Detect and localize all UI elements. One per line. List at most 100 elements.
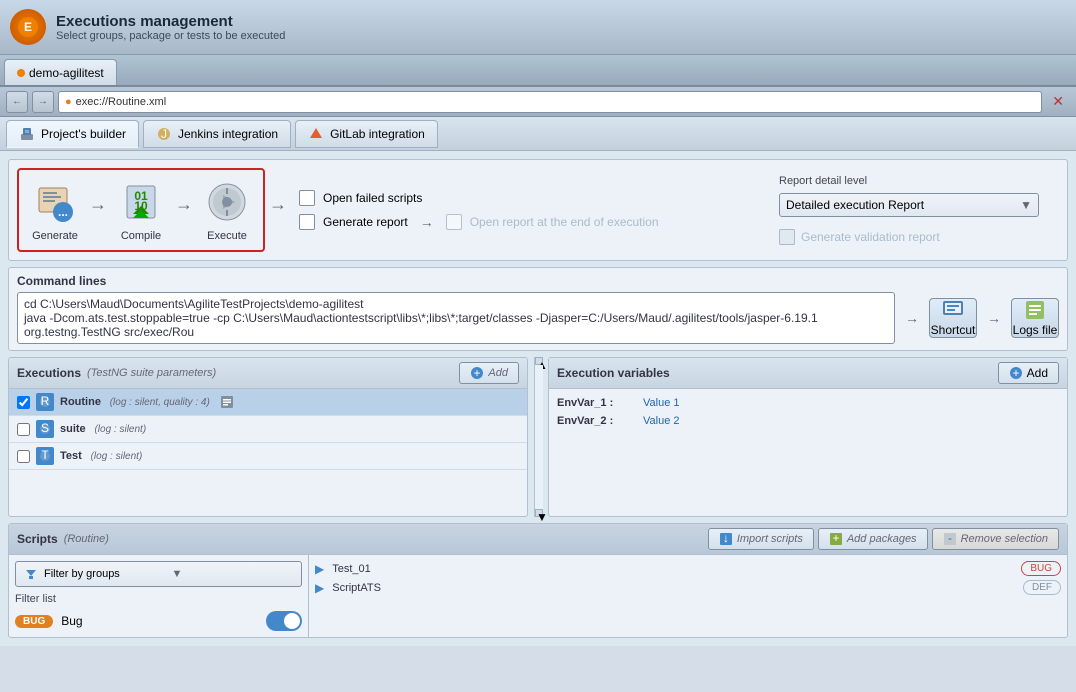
variables-title: Execution variables [557, 366, 670, 380]
report-detail-select[interactable]: Detailed execution Report ▼ [779, 193, 1039, 217]
scripts-subtitle: (Routine) [64, 533, 109, 545]
scripts-body: Filter by groups ▼ Filter list BUG Bug ▶… [9, 555, 1067, 637]
executions-panel: Executions (TestNG suite parameters) + A… [8, 357, 528, 517]
svg-text:+: + [1012, 366, 1019, 380]
scripts-list: ▶ Test_01 BUG ▶ ScriptATS DEF [309, 555, 1067, 637]
filter-select-label: Filter by groups [44, 568, 166, 580]
bug-toggle[interactable] [266, 611, 302, 631]
workflow-step-generate: ... Generate [31, 178, 79, 242]
tab-dot [17, 69, 25, 77]
var-value-2: Value 2 [643, 415, 680, 427]
executions-subtitle: (TestNG suite parameters) [87, 367, 216, 379]
filter-panel: Filter by groups ▼ Filter list BUG Bug [9, 555, 309, 637]
exec-item-suite[interactable]: S suite (log : silent) [9, 416, 527, 443]
command-lines-section: Command lines cd C:\Users\Maud\Documents… [8, 267, 1068, 351]
cmd-row: cd C:\Users\Maud\Documents\AgiliteTestPr… [17, 292, 1059, 344]
exec-info-routine: (log : silent, quality : 4) [107, 397, 210, 408]
arrow-logs: → [983, 310, 1005, 326]
scripts-title: Scripts [17, 532, 58, 546]
exec-list: R Routine (log : silent, quality : 4) [9, 389, 527, 516]
main-content: ... Generate → 01 10 Compile [0, 151, 1076, 646]
add-icon: + [470, 366, 484, 380]
shortcut-button[interactable]: Shortcut [929, 298, 977, 338]
generate-label: Generate [32, 230, 78, 242]
shortcut-icon [941, 299, 965, 321]
import-scripts-label: Import scripts [737, 533, 803, 545]
workflow-step-compile: 01 10 Compile [117, 178, 165, 242]
open-report-label: Open report at the end of execution [470, 215, 659, 229]
import-scripts-button[interactable]: ↓ Import scripts [708, 528, 814, 550]
arrow-cmd: → [901, 310, 923, 326]
chevron-down-icon: ▼ [1020, 198, 1032, 212]
add-packages-button[interactable]: + Add packages [818, 528, 928, 550]
script-item-test01: ▶ Test_01 BUG [315, 561, 1061, 576]
generate-report-checkbox[interactable] [299, 214, 315, 230]
logs-button[interactable]: Logs file [1011, 298, 1059, 338]
exec-name-suite: suite [60, 423, 86, 435]
scroll-up-button[interactable]: ▲ [535, 357, 543, 365]
app-icon: E [10, 9, 46, 45]
tab-projects-builder-label: Project's builder [41, 127, 126, 141]
generate-validation-checkbox [779, 229, 795, 245]
script-item-scriptats: ▶ ScriptATS DEF [315, 580, 1061, 595]
toolbar-tabs: Project's builder J Jenkins integration … [0, 117, 1076, 151]
svg-text:S: S [41, 422, 49, 435]
shortcut-label: Shortcut [931, 323, 976, 337]
exec-checkbox-routine[interactable] [17, 396, 30, 409]
script-arrow-icon-2: ▶ [315, 581, 324, 595]
remove-selection-button[interactable]: - Remove selection [932, 528, 1059, 550]
svg-text:R: R [41, 395, 50, 408]
nav-forward-button[interactable]: → [32, 91, 54, 113]
var-name-2: EnvVar_2 : [557, 415, 637, 427]
exec-icon-suite: S [36, 420, 54, 438]
scroll-down-button[interactable]: ▼ [535, 509, 543, 517]
svg-text:+: + [832, 532, 839, 545]
open-report-checkbox[interactable] [446, 214, 462, 230]
var-list: EnvVar_1 : Value 1 EnvVar_2 : Value 2 [549, 389, 1067, 516]
report-detail-value: Detailed execution Report [786, 198, 924, 212]
compile-icon: 01 10 [117, 178, 165, 226]
url-input[interactable] [76, 96, 1036, 108]
filter-chevron-icon: ▼ [172, 568, 294, 580]
svg-text:↓: ↓ [723, 532, 729, 545]
executions-add-button[interactable]: + Add [459, 362, 519, 384]
var-value-1: Value 1 [643, 397, 680, 409]
add-packages-icon: + [829, 532, 843, 546]
tab-projects-builder[interactable]: Project's builder [6, 120, 139, 148]
generate-report-label: Generate report [323, 215, 408, 229]
import-icon: ↓ [719, 532, 733, 546]
filter-icon [24, 567, 38, 581]
bug-badge-test01: BUG [1021, 561, 1061, 576]
exec-icon-test: T [36, 447, 54, 465]
generate-report-row: Generate report → Open report at the end… [299, 214, 659, 230]
svg-text:E: E [24, 20, 32, 34]
script-arrow-icon: ▶ [315, 562, 324, 576]
nav-back-button[interactable]: ← [6, 91, 28, 113]
tab-demo-agilitest[interactable]: demo-agilitest [4, 59, 117, 85]
variables-add-label: Add [1027, 366, 1048, 380]
scripts-section: Scripts (Routine) ↓ Import scripts + Add… [8, 523, 1068, 638]
workflow-step-execute: Execute [203, 178, 251, 242]
execute-label: Execute [207, 230, 247, 242]
compile-label: Compile [121, 230, 161, 242]
app-title: Executions management [56, 13, 285, 30]
variables-add-button[interactable]: + Add [998, 362, 1059, 384]
tab-bar: demo-agilitest [0, 55, 1076, 87]
executions-title: Executions [17, 366, 81, 380]
workflow-steps: ... Generate → 01 10 Compile [17, 168, 265, 252]
filter-by-groups-select[interactable]: Filter by groups ▼ [15, 561, 302, 587]
svg-text:...: ... [58, 205, 68, 219]
tab-jenkins-integration[interactable]: J Jenkins integration [143, 120, 291, 148]
exec-item-test[interactable]: T Test (log : silent) [9, 443, 527, 470]
scripts-header: Scripts (Routine) ↓ Import scripts + Add… [9, 524, 1067, 555]
exec-settings-icon [220, 395, 234, 409]
tab-gitlab-label: GitLab integration [330, 127, 425, 141]
tab-gitlab-integration[interactable]: GitLab integration [295, 120, 438, 148]
exec-checkbox-test[interactable] [17, 450, 30, 463]
url-input-wrap: ● [58, 91, 1042, 113]
url-close-button[interactable]: ✕ [1046, 91, 1070, 112]
cmd-text[interactable]: cd C:\Users\Maud\Documents\AgiliteTestPr… [17, 292, 895, 344]
open-failed-checkbox[interactable] [299, 190, 315, 206]
exec-checkbox-suite[interactable] [17, 423, 30, 436]
exec-item-routine[interactable]: R Routine (log : silent, quality : 4) [9, 389, 527, 416]
